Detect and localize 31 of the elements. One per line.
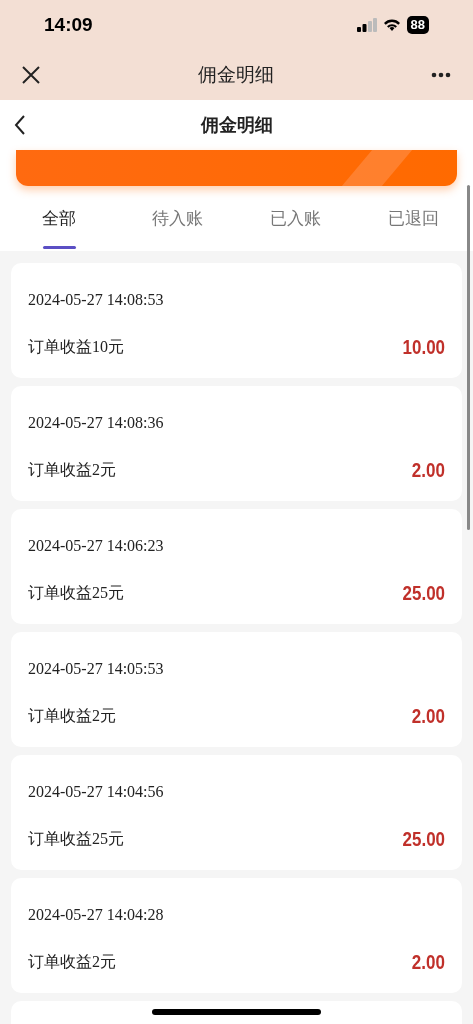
signal-icon bbox=[356, 18, 377, 32]
record-time: 2024-05-27 14:06:23 bbox=[28, 536, 164, 556]
tab[interactable]: 全部 bbox=[0, 186, 119, 251]
record-amount: 25.00 bbox=[402, 827, 445, 852]
record-amount: 25.00 bbox=[402, 581, 445, 606]
wifi-icon bbox=[382, 18, 401, 32]
record-title: 订单收益10元 bbox=[28, 337, 124, 357]
record-title: 订单收益2元 bbox=[28, 706, 116, 726]
header-title: 佣金明细 bbox=[200, 113, 273, 137]
record-title: 订单收益25元 bbox=[28, 583, 124, 603]
record-title: 订单收益2元 bbox=[28, 952, 116, 972]
record-amount: 10.00 bbox=[402, 335, 445, 360]
record-time: 2024-05-27 14:05:53 bbox=[28, 659, 164, 679]
battery-level: 88 bbox=[406, 16, 429, 34]
close-icon[interactable] bbox=[22, 66, 40, 84]
more-icon[interactable] bbox=[431, 72, 451, 78]
back-icon[interactable] bbox=[14, 115, 26, 135]
record-amount: 2.00 bbox=[411, 704, 445, 729]
page-title: 佣金明细 bbox=[197, 62, 274, 87]
record-time: 2024-05-27 14:08:36 bbox=[28, 413, 164, 433]
record-time: 2024-05-27 14:08:53 bbox=[28, 290, 164, 310]
status-time: 14:09 bbox=[44, 12, 93, 37]
tab[interactable]: 已退回 bbox=[354, 186, 473, 251]
record-time: 2024-05-27 14:04:56 bbox=[28, 782, 164, 802]
tab[interactable]: 已入账 bbox=[236, 186, 355, 251]
record-amount: 2.00 bbox=[411, 458, 445, 483]
record-title: 订单收益2元 bbox=[28, 460, 116, 480]
tab[interactable]: 待入账 bbox=[118, 186, 237, 251]
record-time: 2024-05-27 14:04:28 bbox=[28, 905, 164, 925]
record-amount: 2.00 bbox=[411, 950, 445, 975]
record-title: 订单收益25元 bbox=[28, 829, 124, 849]
